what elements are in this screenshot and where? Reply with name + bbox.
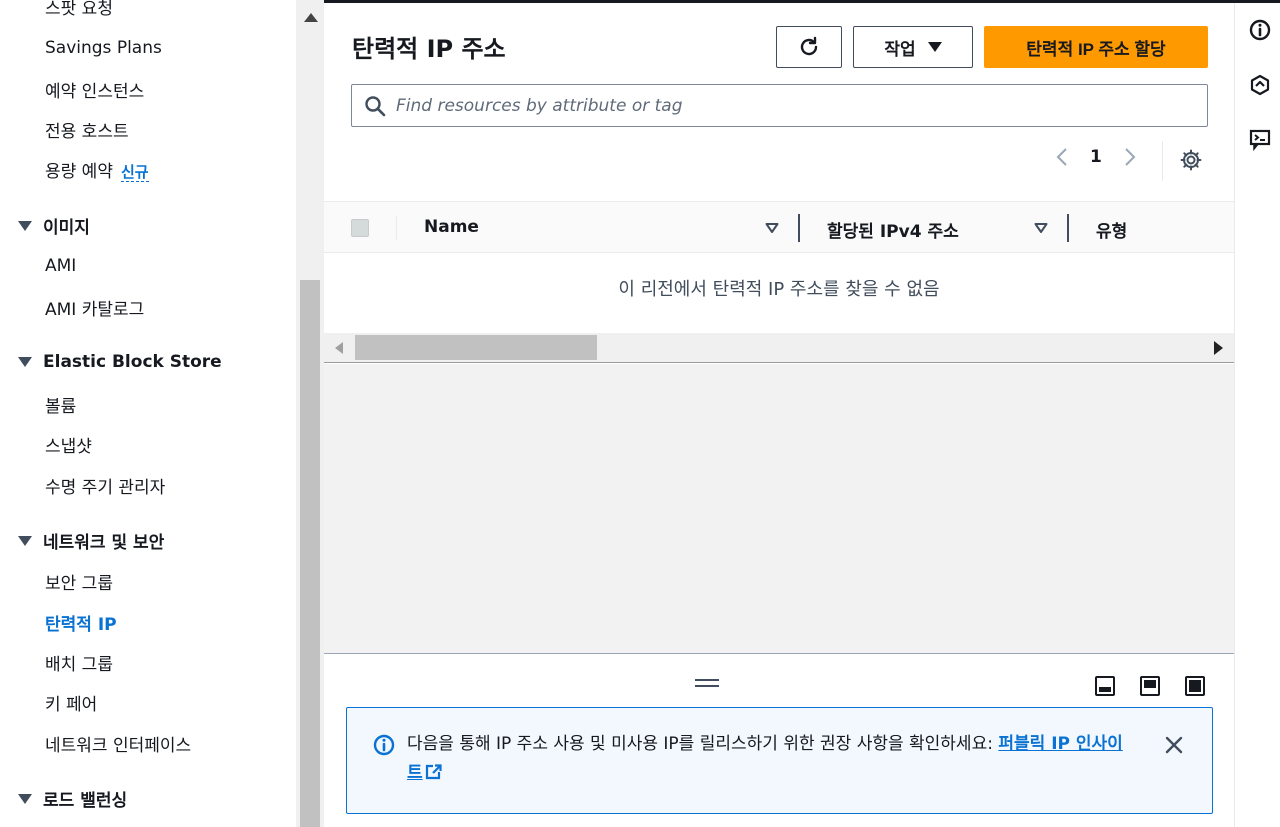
select-all-checkbox[interactable] [351, 219, 369, 237]
alert-text: 다음을 통해 IP 주소 사용 및 미사용 IP를 릴리스하기 위한 권장 사항… [407, 734, 999, 754]
search-bar[interactable] [351, 84, 1208, 127]
divider [396, 216, 397, 240]
scroll-left-arrow-icon[interactable] [335, 342, 343, 354]
nav-volumes[interactable]: 볼륨 [45, 392, 76, 417]
split-panel: 다음을 통해 IP 주소 사용 및 미사용 IP를 릴리스하기 위한 권장 사항… [324, 653, 1234, 827]
nav-dedicated-hosts[interactable]: 전용 호스트 [45, 117, 129, 142]
scrollbar-thumb[interactable] [355, 335, 597, 360]
scroll-up-arrow-icon[interactable] [304, 13, 318, 22]
nav-section-title: 로드 밸런싱 [43, 791, 128, 811]
feedback-icon[interactable] [1249, 129, 1271, 151]
nav-lifecycle-manager[interactable]: 수명 주기 관리자 [45, 473, 165, 498]
nav-ami-catalog[interactable]: AMI 카탈로그 [45, 295, 144, 320]
current-page-number[interactable]: 1 [1090, 147, 1102, 167]
refresh-icon [800, 36, 818, 56]
nav-reserved-instances[interactable]: 예약 인스턴스 [45, 77, 144, 102]
actions-label: 작업 [884, 39, 916, 59]
chevron-right-icon[interactable] [1122, 146, 1138, 168]
nav-section-title: 네트워크 및 보안 [43, 533, 165, 553]
column-resizer[interactable] [798, 214, 800, 242]
alert-message: 다음을 통해 IP 주소 사용 및 미사용 IP를 릴리스하기 위한 권장 사항… [407, 730, 1137, 788]
nav-placement-groups[interactable]: 배치 그룹 [45, 650, 113, 675]
column-header-ipv4[interactable]: 할당된 IPv4 주소 [827, 217, 959, 242]
search-icon [365, 95, 386, 116]
allocate-elastic-ip-button[interactable]: 탄력적 IP 주소 할당 [984, 26, 1208, 68]
tools-rail [1234, 3, 1280, 827]
nav-capacity-label: 용량 예약 [45, 162, 113, 182]
sort-caret-icon[interactable] [765, 222, 779, 234]
scroll-right-arrow-icon[interactable] [1214, 341, 1223, 355]
nav-section-ebs[interactable]: Elastic Block Store [18, 352, 222, 372]
nav-network-interfaces[interactable]: 네트워크 인터페이스 [45, 731, 191, 756]
nav-key-pairs[interactable]: 키 페어 [45, 690, 97, 715]
info-panel-icon[interactable] [1249, 19, 1271, 41]
caret-down-icon [18, 535, 32, 546]
nav-section-title: Elastic Block Store [43, 352, 222, 372]
sidebar-scrollbar[interactable] [296, 0, 324, 827]
chevron-left-icon[interactable] [1054, 146, 1070, 168]
external-link-icon [425, 764, 442, 780]
panel-maximize-icon[interactable] [1185, 676, 1205, 696]
search-input[interactable] [396, 95, 1176, 116]
main-content: 탄력적 IP 주소 작업 탄력적 IP 주소 할당 1 Name 할당된 IP [324, 3, 1234, 827]
caret-down-icon [18, 357, 32, 367]
scrollbar-thumb[interactable] [300, 280, 320, 827]
sort-caret-icon[interactable] [1034, 222, 1048, 234]
nav-security-groups[interactable]: 보안 그룹 [45, 569, 113, 594]
nav-elastic-ips[interactable]: 탄력적 IP [45, 610, 117, 635]
resize-handle-icon[interactable] [695, 679, 719, 687]
page-title: 탄력적 IP 주소 [352, 35, 506, 63]
info-icon [373, 734, 395, 756]
actions-dropdown[interactable]: 작업 [853, 26, 973, 68]
panel-position-side-icon[interactable] [1140, 676, 1160, 696]
pagination: 1 [1054, 146, 1138, 168]
table-header: Name 할당된 IPv4 주소 유형 [324, 201, 1234, 253]
column-resizer[interactable] [1067, 214, 1069, 242]
caret-down-icon [18, 220, 32, 231]
refresh-button[interactable] [776, 26, 842, 68]
panel-position-bottom-icon[interactable] [1095, 676, 1115, 696]
nav-capacity-reservations[interactable]: 용량 예약 신규 [45, 157, 149, 182]
nav-spot-requests[interactable]: 스팟 요청 [45, 0, 113, 19]
nav-ami[interactable]: AMI [45, 256, 76, 276]
column-header-name[interactable]: Name [424, 217, 479, 237]
table-horizontal-scrollbar[interactable] [324, 333, 1234, 363]
divider [1162, 141, 1163, 181]
close-icon[interactable] [1163, 734, 1185, 756]
caret-down-icon [18, 793, 32, 804]
nav-section-load-balancing[interactable]: 로드 밸런싱 [18, 786, 127, 811]
nav-section-network-security[interactable]: 네트워크 및 보안 [18, 528, 164, 553]
nav-section-images[interactable]: 이미지 [18, 213, 90, 238]
nav-section-title: 이미지 [43, 218, 90, 238]
column-header-type[interactable]: 유형 [1096, 217, 1127, 242]
empty-state-message: 이 리전에서 탄력적 IP 주소를 찾을 수 없음 [618, 279, 940, 300]
nav-snapshots[interactable]: 스냅샷 [45, 432, 92, 457]
content-background [324, 364, 1234, 653]
info-alert: 다음을 통해 IP 주소 사용 및 미사용 IP를 릴리스하기 위한 권장 사항… [346, 707, 1213, 814]
nav-savings-plans[interactable]: Savings Plans [45, 38, 162, 58]
settings-icon[interactable] [1179, 148, 1203, 172]
side-navigation: 스팟 요청 Savings Plans 예약 인스턴스 전용 호스트 용량 예약… [0, 0, 296, 827]
caret-down-icon [927, 42, 942, 52]
new-badge[interactable]: 신규 [120, 163, 149, 182]
security-icon[interactable] [1249, 74, 1271, 96]
